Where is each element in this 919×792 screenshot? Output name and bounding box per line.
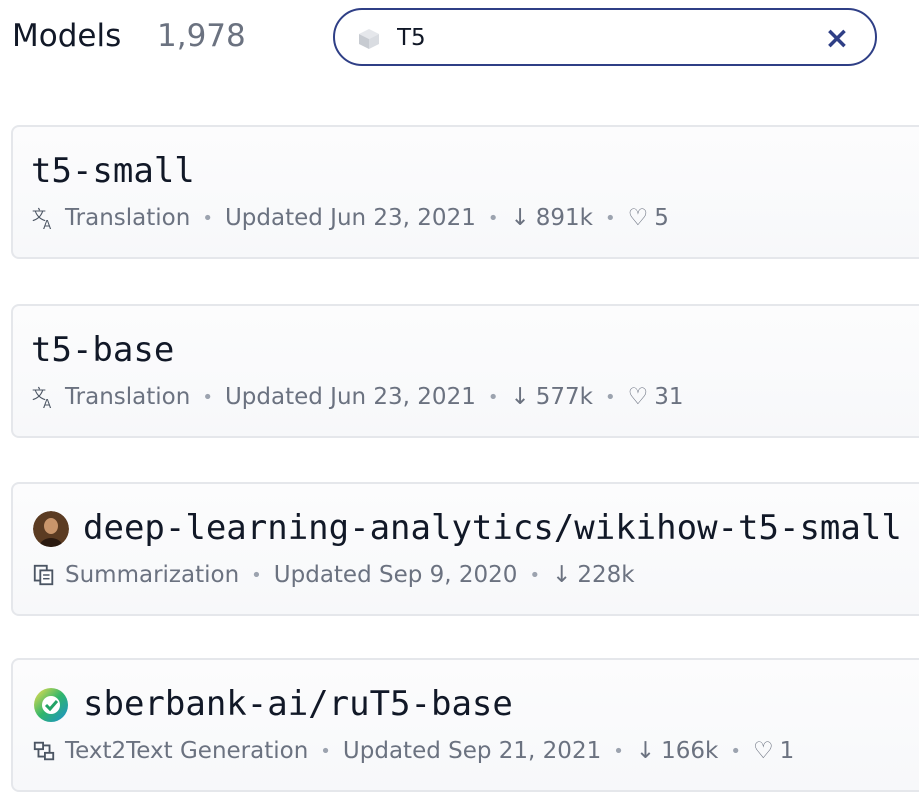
- text2text-icon: [31, 738, 57, 764]
- download-count: 891k: [535, 205, 593, 231]
- separator: •: [613, 740, 624, 762]
- clear-search-button[interactable]: ×: [821, 21, 853, 56]
- updated-date: Updated Sep 21, 2021: [342, 738, 602, 764]
- separator: •: [320, 740, 331, 762]
- updated-date: Updated Jun 23, 2021: [224, 384, 476, 410]
- download-count: 228k: [577, 562, 635, 588]
- heart-icon: ♡: [627, 384, 649, 410]
- model-name[interactable]: t5-base: [31, 330, 174, 370]
- model-meta: Summarization • Updated Sep 9, 2020 • ↓ …: [31, 562, 635, 588]
- download-icon: ↓: [635, 738, 656, 764]
- heart-icon: ♡: [752, 738, 774, 764]
- model-card[interactable]: t5-small 文 A Translation • Updated Jun 2…: [11, 125, 919, 259]
- model-count: 1,978: [157, 18, 246, 54]
- download-icon: ↓: [510, 205, 530, 231]
- model-card[interactable]: t5-base 文 A Translation • Updated Jun 23…: [11, 304, 919, 438]
- svg-text:A: A: [43, 218, 52, 231]
- like-count: 31: [654, 384, 684, 410]
- sberbank-logo-icon: [34, 688, 68, 722]
- heart-icon: ♡: [627, 205, 649, 231]
- search-bar[interactable]: ×: [333, 8, 877, 66]
- task-label: Translation: [65, 384, 191, 410]
- model-meta: 文 A Translation • Updated Jun 23, 2021 •…: [31, 384, 684, 410]
- search-input[interactable]: [397, 21, 777, 55]
- separator: •: [529, 564, 541, 586]
- model-name[interactable]: t5-small: [31, 151, 195, 191]
- cube-icon: [359, 29, 379, 49]
- model-meta: 文 A Translation • Updated Jun 23, 2021 •…: [31, 205, 669, 231]
- download-icon: ↓: [510, 384, 530, 410]
- task-label: Translation: [65, 205, 191, 231]
- models-header: Models 1,978 ×: [0, 0, 919, 80]
- translation-icon: 文 A: [31, 384, 57, 410]
- separator: •: [487, 386, 499, 408]
- updated-date: Updated Sep 9, 2020: [273, 562, 518, 588]
- page-title: Models: [12, 18, 122, 54]
- model-meta: Text2Text Generation • Updated Sep 21, 2…: [31, 738, 794, 764]
- separator: •: [604, 386, 616, 408]
- like-count: 5: [654, 205, 669, 231]
- separator: •: [251, 564, 262, 586]
- download-count: 577k: [535, 384, 593, 410]
- like-count: 1: [779, 738, 795, 764]
- download-count: 166k: [661, 738, 719, 764]
- separator: •: [730, 740, 741, 762]
- summarization-icon: [31, 562, 57, 588]
- svg-text:A: A: [43, 397, 52, 410]
- task-label: Text2Text Generation: [65, 738, 309, 764]
- translation-icon: 文 A: [31, 205, 57, 231]
- user-avatar: [33, 511, 69, 547]
- model-name[interactable]: sberbank-ai/ruT5-base: [83, 684, 513, 724]
- separator: •: [202, 386, 213, 408]
- model-card[interactable]: sberbank-ai/ruT5-base Text2Text Generati…: [11, 658, 919, 792]
- model-card[interactable]: deep-learning-analytics/wikihow-t5-small…: [11, 482, 919, 616]
- updated-date: Updated Jun 23, 2021: [224, 205, 476, 231]
- download-icon: ↓: [552, 562, 572, 588]
- task-label: Summarization: [65, 562, 240, 588]
- model-name[interactable]: deep-learning-analytics/wikihow-t5-small: [83, 508, 902, 548]
- separator: •: [202, 207, 213, 229]
- separator: •: [487, 207, 499, 229]
- separator: •: [604, 207, 616, 229]
